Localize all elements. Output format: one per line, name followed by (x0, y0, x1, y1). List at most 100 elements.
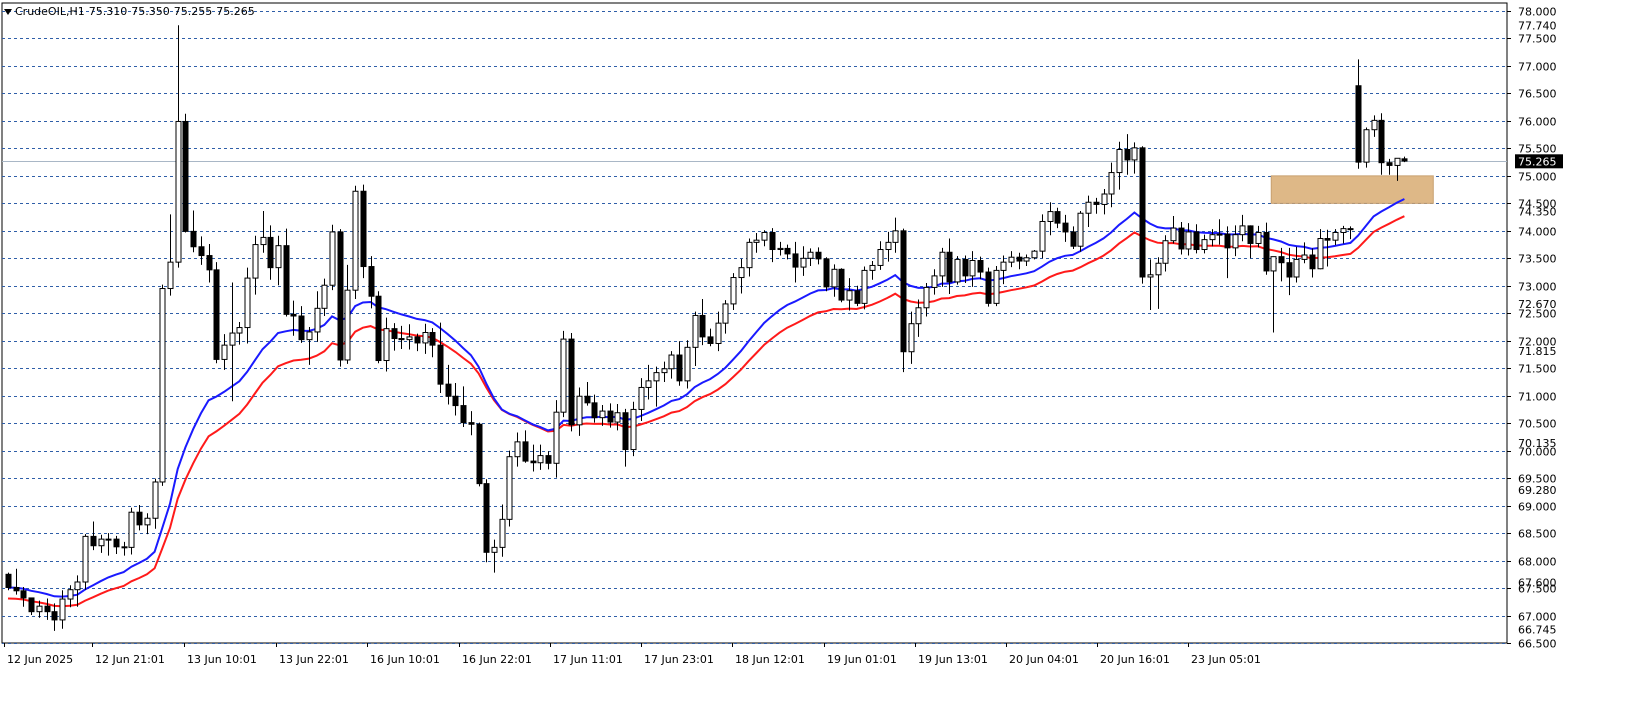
candle-body (722, 303, 729, 324)
candle-body (298, 315, 305, 341)
candle-body (560, 338, 567, 413)
candle-body (668, 354, 675, 370)
candle-body (1178, 227, 1185, 250)
candle-body (861, 269, 868, 304)
candle-body (90, 535, 97, 547)
candle-body (98, 538, 105, 547)
candle-body (537, 455, 544, 464)
candle-body (738, 267, 745, 279)
candle-body (306, 331, 313, 341)
price-level-label: 69.280 (1518, 484, 1557, 497)
x-tick-label: 13 Jun 22:01 (279, 653, 349, 666)
candle-body (977, 260, 984, 273)
candle-body (807, 251, 814, 259)
candle-body (1047, 211, 1054, 222)
candle-body (946, 251, 953, 283)
y-tick-label: 75.000 (1518, 171, 1557, 184)
candle-body (398, 338, 405, 341)
y-tick-label: 68.500 (1518, 528, 1557, 541)
candle-body (414, 336, 421, 344)
candle-body (476, 423, 483, 485)
chart-window[interactable]: 78.000 77.500 77.000 76.500 76.000 75.500 75.0… (0, 0, 1651, 705)
candle-body (1378, 119, 1385, 164)
candle-body (283, 245, 290, 315)
candle-body (1324, 238, 1331, 241)
candle-body (5, 573, 12, 588)
candle-body (1263, 231, 1270, 272)
candle-body (792, 253, 799, 268)
candle-body (244, 277, 251, 329)
candle-body (506, 456, 513, 520)
candle-body (74, 581, 81, 591)
x-tick-label: 18 Jun 12:01 (735, 653, 805, 666)
candle-body (931, 275, 938, 288)
y-tick-label: 77.500 (1518, 33, 1557, 46)
candle-body (1355, 85, 1362, 163)
candle-body (136, 511, 143, 526)
candle-body (213, 269, 220, 360)
x-tick-label: 19 Jun 01:01 (827, 653, 897, 666)
candle-body (684, 346, 691, 382)
candle-body (1116, 148, 1123, 174)
price-level-label: 74.350 (1518, 206, 1557, 219)
candle-body (923, 286, 930, 309)
candle-body (1124, 148, 1131, 161)
candle-body (1317, 238, 1324, 270)
close-price: 75.265 (216, 5, 255, 18)
candle-body (831, 268, 838, 288)
candle-body (823, 258, 830, 288)
menu-triangle-icon[interactable] (4, 8, 12, 15)
candle-body (67, 589, 74, 600)
candle-body (939, 251, 946, 277)
price-level-label: 72.670 (1518, 298, 1557, 311)
candle-body (1085, 201, 1092, 214)
candle-body (1054, 211, 1061, 224)
candle-body (128, 511, 135, 548)
candle-body (1000, 261, 1007, 271)
high-price: 75.350 (131, 5, 170, 18)
candle-body (229, 332, 236, 346)
candle-body (892, 230, 899, 243)
chart-header: CrudeOIL,H1 75.310 75.350 75.255 75.265 (2, 5, 259, 18)
x-tick-label: 19 Jun 13:01 (918, 653, 988, 666)
candle-body (815, 251, 822, 260)
candle-body (954, 258, 961, 283)
candle-body (121, 546, 128, 549)
candle-body (993, 269, 1000, 304)
price-chart[interactable]: 78.000 77.500 77.000 76.500 76.000 75.500 75.0… (0, 0, 1651, 705)
candle-body (1139, 147, 1146, 278)
y-tick-label: 76.500 (1518, 88, 1557, 101)
y-tick-label: 67.000 (1518, 611, 1557, 624)
candle-body (653, 372, 660, 382)
candle-body (1363, 129, 1370, 163)
candle-body (1162, 240, 1169, 264)
x-tick-label: 17 Jun 11:01 (553, 653, 623, 666)
candle-body (1093, 201, 1100, 205)
price-level-label: 71.815 (1518, 345, 1557, 358)
candle-body (761, 231, 768, 241)
candle-body (1023, 257, 1030, 262)
low-price: 75.255 (173, 5, 213, 18)
y-tick-label: 66.500 (1518, 638, 1557, 651)
candle-body (1147, 274, 1154, 278)
candle-body (568, 338, 575, 426)
candle-body (854, 290, 861, 304)
candle-body (360, 190, 367, 268)
price-level-label: 66.745 (1518, 624, 1557, 637)
y-tick-label: 71.500 (1518, 363, 1557, 376)
candle-body (236, 327, 243, 334)
symbol-timeframe: CrudeOIL,H1 (15, 5, 85, 18)
candle-body (422, 331, 429, 344)
candle-body (368, 266, 375, 297)
candle-body (900, 230, 907, 353)
candle-body (607, 410, 614, 423)
candle-body (483, 483, 490, 553)
candle-body (1232, 234, 1239, 249)
candle-body (28, 597, 35, 613)
candle-body (1201, 239, 1208, 251)
candle-body (460, 405, 467, 424)
candle-body (59, 598, 66, 621)
candle-body (1131, 147, 1138, 161)
candle-body (429, 331, 436, 346)
x-tick-label: 16 Jun 10:01 (370, 653, 440, 666)
